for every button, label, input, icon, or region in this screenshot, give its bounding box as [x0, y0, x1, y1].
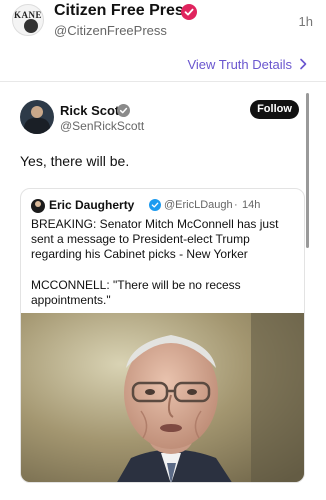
quoted-author-handle[interactable]: @EricLDaugh — [164, 199, 233, 211]
quoted-post-text: BREAKING: Senator Mitch McConnell has ju… — [31, 217, 279, 261]
embed-author-handle[interactable]: @SenRickScott — [60, 119, 144, 133]
post-time: 1h — [298, 14, 313, 29]
chevron-right-icon[interactable] — [298, 58, 308, 70]
quoted-post-text-second: MCCONNELL: "There will be no recess appo… — [31, 278, 241, 307]
avatar-figure — [24, 19, 38, 33]
quoted-post-photo[interactable] — [21, 313, 304, 482]
separator-dot: · — [234, 199, 238, 211]
quoted-author-avatar[interactable] — [31, 199, 45, 213]
author-name[interactable]: Citizen Free Press — [54, 2, 193, 20]
verified-badge-icon — [181, 4, 197, 20]
embed-post-text: Yes, there will be. — [20, 153, 130, 169]
photo-illustration — [21, 313, 304, 482]
quoted-author-name[interactable]: Eric Daugherty — [49, 198, 134, 212]
embed-avatar[interactable] — [20, 100, 54, 134]
quoted-post-time: 14h — [242, 199, 261, 211]
scrollbar-thumb[interactable] — [306, 93, 309, 248]
divider — [0, 81, 326, 82]
avatar-head — [31, 106, 43, 118]
avatar-head — [35, 201, 41, 207]
avatar-body — [24, 118, 50, 134]
author-avatar[interactable]: KANE — [12, 4, 44, 36]
post-header: KANE Citizen Free Press @CitizenFreePres… — [0, 0, 326, 48]
follow-button[interactable]: Follow — [250, 100, 299, 119]
verified-badge-icon — [117, 104, 130, 117]
quoted-post-card[interactable]: Eric Daugherty @EricLDaugh · 14h BREAKIN… — [20, 188, 305, 483]
embed-author-name[interactable]: Rick Scott — [60, 103, 124, 118]
author-handle[interactable]: @CitizenFreePress — [54, 23, 167, 38]
verified-badge-icon — [149, 199, 161, 211]
view-details-link[interactable]: View Truth Details — [187, 57, 292, 72]
